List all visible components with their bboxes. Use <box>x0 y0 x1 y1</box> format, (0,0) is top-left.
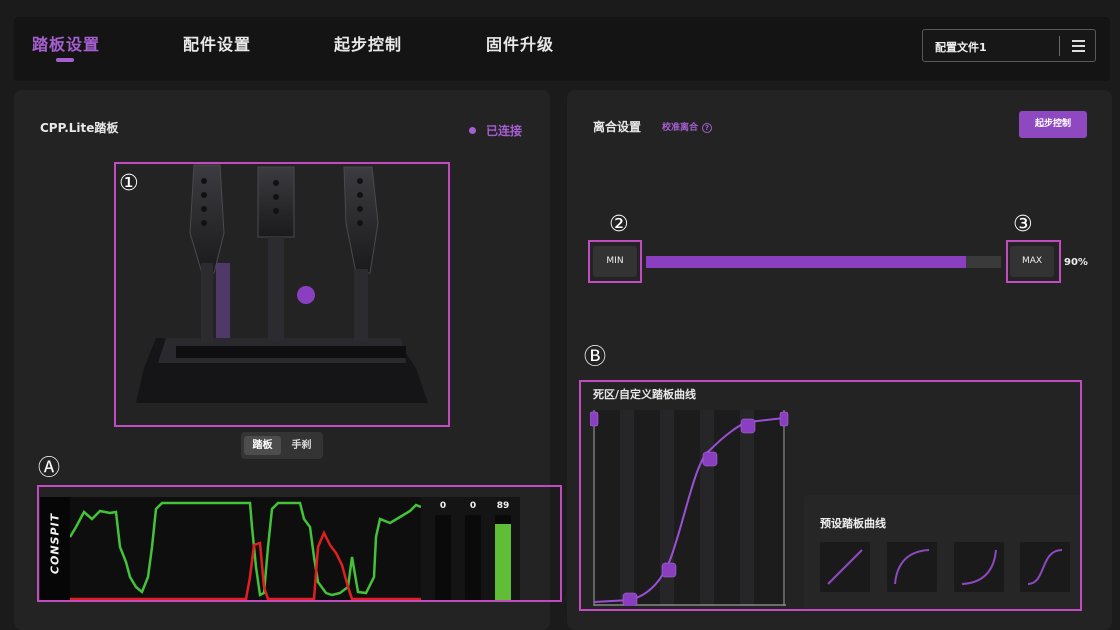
range-fill <box>646 256 966 268</box>
annotation-1: ① <box>119 171 139 196</box>
launch-control-button[interactable]: 起步控制 <box>1019 111 1087 138</box>
tab-pedal-settings[interactable]: 踏板设置 <box>32 31 100 55</box>
highlight-box-A <box>37 485 562 602</box>
divider <box>1059 36 1060 56</box>
annotation-3: ③ <box>1013 212 1033 237</box>
calibrate-label: 校准离合 <box>662 123 699 133</box>
max-percent: 90% <box>1064 257 1088 268</box>
active-tab-indicator <box>56 58 74 62</box>
pedal-handbrake-toggle: 踏板 手刹 <box>241 432 323 459</box>
profile-label: 配置文件1 <box>935 41 987 54</box>
highlight-box-2 <box>588 240 642 283</box>
clutch-title: 离合设置 <box>593 120 642 134</box>
tab-accessory-settings[interactable]: 配件设置 <box>183 31 251 55</box>
highlight-box-B <box>579 380 1082 611</box>
segment-pedal[interactable]: 踏板 <box>244 436 281 455</box>
highlight-box-3 <box>1006 240 1061 283</box>
connection-status: 已连接 <box>469 122 522 139</box>
hamburger-menu-icon[interactable] <box>1067 35 1091 57</box>
help-icon[interactable]: ? <box>702 123 713 133</box>
annotation-B: Ⓑ <box>584 345 607 370</box>
tab-launch-control[interactable]: 起步控制 <box>334 31 402 55</box>
annotation-2: ② <box>609 212 629 237</box>
calibrate-clutch-link[interactable]: 校准离合? <box>662 120 713 133</box>
annotation-A: Ⓐ <box>38 456 61 481</box>
status-dot-icon <box>469 127 476 134</box>
tab-firmware-upgrade[interactable]: 固件升级 <box>486 31 554 55</box>
clutch-range-slider[interactable] <box>646 256 1001 268</box>
highlight-box-1 <box>114 162 450 427</box>
pedal-title: CPP.Lite踏板 <box>40 121 119 135</box>
segment-handbrake[interactable]: 手刹 <box>283 436 320 455</box>
profile-selector[interactable]: 配置文件1 <box>922 29 1096 62</box>
status-text: 已连接 <box>486 124 523 138</box>
